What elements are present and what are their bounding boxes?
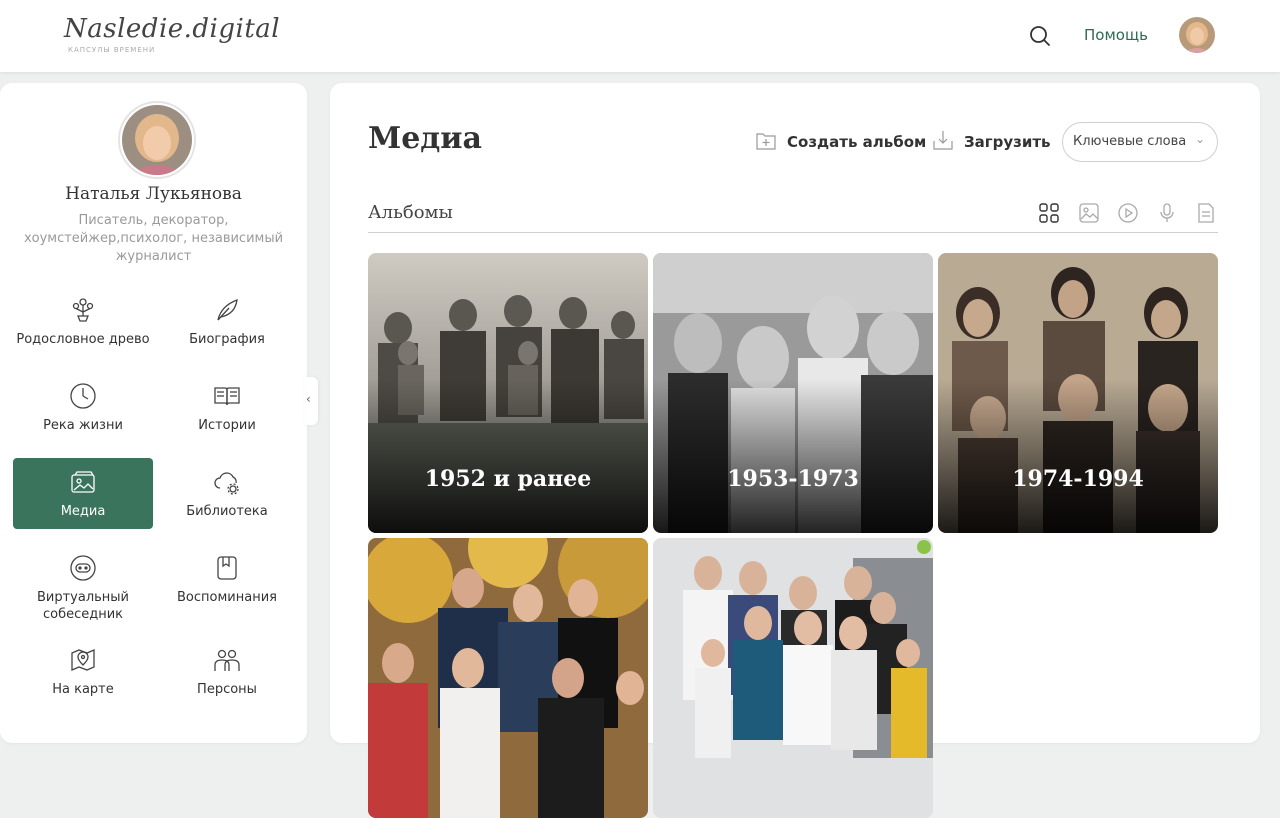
- section-divider: [368, 232, 1218, 233]
- album-cover-image: [653, 538, 933, 818]
- top-header: Nasledie.digital КАПСУЛЫ ВРЕМЕНИ Помощь: [0, 0, 1280, 72]
- grid-view-icon[interactable]: [1038, 202, 1060, 224]
- album-card[interactable]: [653, 538, 933, 818]
- nav-label: На карте: [52, 682, 114, 697]
- photo-album-icon: [69, 468, 97, 496]
- nav-item-virtual-companion[interactable]: Виртуальный собеседник: [13, 544, 153, 622]
- map-pin-icon: [69, 646, 97, 674]
- album-card[interactable]: 1974-1994: [938, 253, 1218, 533]
- nav-label: Персоны: [197, 682, 257, 697]
- logo-text: Nasledie.digital: [64, 14, 281, 44]
- main-content: Медиа Создать альбом Загрузить Ключевые …: [330, 83, 1260, 818]
- nav-label: Родословное древо: [16, 332, 150, 347]
- album-overlay: [938, 379, 1218, 533]
- nav-item-stories[interactable]: Истории: [157, 372, 297, 443]
- sidebar-collapse-button[interactable]: ‹: [304, 377, 318, 425]
- nav-item-river-of-life[interactable]: Река жизни: [13, 372, 153, 443]
- nav-label: Библиотека: [186, 504, 268, 519]
- album-card[interactable]: [368, 538, 648, 818]
- profile-name: Наталья Лукьянова: [65, 184, 242, 204]
- book-icon: [213, 382, 241, 410]
- nav-label: Медиа: [60, 504, 106, 519]
- nav-item-media[interactable]: Медиа: [13, 458, 153, 529]
- nav-label: Река жизни: [43, 418, 123, 433]
- nav-item-memories[interactable]: Воспоминания: [157, 544, 297, 615]
- upload-icon: [932, 129, 954, 155]
- document-filter-icon[interactable]: [1195, 202, 1217, 224]
- album-card[interactable]: 1952 и ранее: [368, 253, 648, 533]
- section-title: Альбомы: [368, 202, 453, 223]
- album-title: 1974-1994: [1012, 466, 1144, 492]
- album-title: 1952 и ранее: [424, 466, 592, 492]
- nav-item-on-map[interactable]: На карте: [13, 636, 153, 707]
- album-title: 1953-1973: [727, 466, 859, 492]
- create-album-label: Создать альбом: [787, 133, 927, 151]
- nav-item-persons[interactable]: Персоны: [157, 636, 297, 707]
- album-card[interactable]: 1953-1973: [653, 253, 933, 533]
- keywords-dropdown[interactable]: Ключевые слова ⌄: [1062, 122, 1218, 162]
- keywords-label: Ключевые слова: [1073, 134, 1187, 149]
- nav-label: Виртуальный собеседник: [36, 590, 130, 622]
- chevron-left-icon: ‹: [306, 392, 311, 406]
- notebook-icon: [213, 554, 241, 582]
- audio-filter-icon[interactable]: [1156, 202, 1178, 224]
- nav-item-biography[interactable]: Биография: [157, 286, 297, 357]
- logo[interactable]: Nasledie.digital КАПСУЛЫ ВРЕМЕНИ: [64, 14, 281, 54]
- status-dot: [917, 540, 931, 554]
- album-overlay: [368, 379, 648, 533]
- chat-bot-icon: [69, 554, 97, 582]
- nav-item-library[interactable]: Библиотека: [157, 458, 297, 529]
- people-icon: [213, 646, 241, 674]
- video-filter-icon[interactable]: [1117, 202, 1139, 224]
- nav-label: Биография: [189, 332, 265, 347]
- nav-label: Воспоминания: [177, 590, 277, 605]
- profile-description: Писатель, декоратор, хоумстейжер,психоло…: [23, 213, 284, 264]
- help-link[interactable]: Помощь: [1084, 26, 1148, 44]
- feather-icon: [213, 296, 241, 324]
- user-avatar[interactable]: [1179, 17, 1215, 53]
- image-filter-icon[interactable]: [1078, 202, 1100, 224]
- logo-tagline: КАПСУЛЫ ВРЕМЕНИ: [68, 46, 156, 54]
- tree-icon: [69, 296, 97, 324]
- cloud-gear-icon: [213, 468, 241, 496]
- album-cover-image: [368, 538, 648, 818]
- clock-icon: [69, 382, 97, 410]
- nav-item-family-tree[interactable]: Родословное древо: [13, 286, 153, 357]
- create-album-button[interactable]: Создать альбом: [755, 131, 926, 153]
- upload-button[interactable]: Загрузить: [932, 131, 1051, 153]
- folder-plus-icon: [755, 129, 777, 155]
- album-overlay: [653, 379, 933, 533]
- search-icon[interactable]: [1028, 24, 1052, 48]
- nav-label: Истории: [198, 418, 256, 433]
- upload-label: Загрузить: [964, 133, 1051, 151]
- sidebar: Наталья Лукьянова Писатель, декоратор, х…: [0, 83, 307, 743]
- profile-avatar[interactable]: [118, 101, 196, 179]
- chevron-down-icon: ⌄: [1194, 132, 1205, 146]
- page-title: Медиа: [368, 121, 482, 156]
